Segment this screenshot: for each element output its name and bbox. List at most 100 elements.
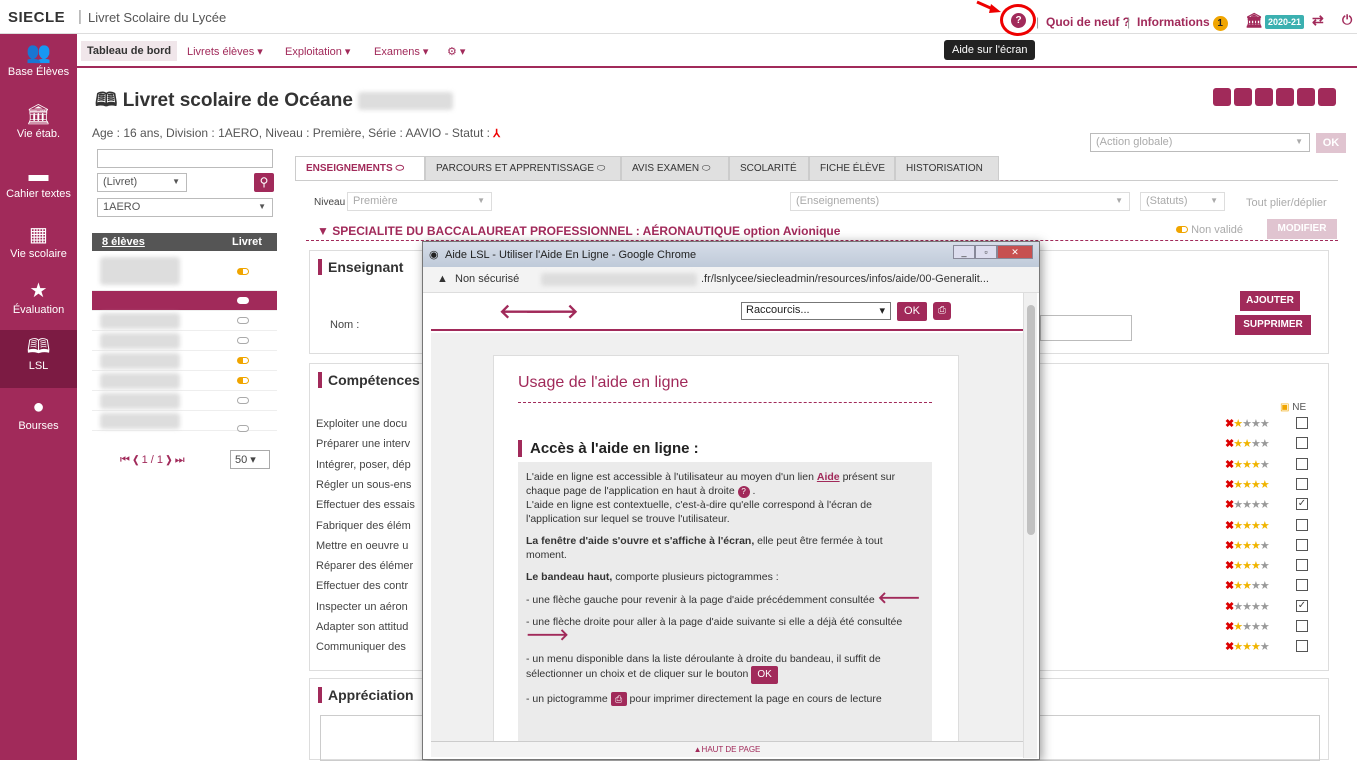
- star-icon[interactable]: ★: [1251, 499, 1261, 511]
- niveau-select[interactable]: Première ▼: [347, 192, 492, 211]
- students-icon[interactable]: [1213, 88, 1231, 106]
- star-icon[interactable]: ★: [1233, 641, 1243, 653]
- competence-rating[interactable]: ✖★★★★: [1225, 498, 1270, 511]
- maximize-button[interactable]: ▫: [975, 245, 997, 259]
- star-icon[interactable]: ★: [1251, 580, 1261, 592]
- star-icon[interactable]: ★: [1251, 560, 1261, 572]
- star-icon[interactable]: ★: [1251, 418, 1261, 430]
- specialite-title[interactable]: ▼ SPECIALITE DU BACCALAUREAT PROFESSIONN…: [317, 224, 840, 238]
- star-icon[interactable]: ★: [1260, 621, 1270, 633]
- ne-checkbox[interactable]: [1296, 640, 1308, 653]
- close-button[interactable]: ✕: [997, 245, 1033, 259]
- not-acquired-icon[interactable]: ✖: [1225, 641, 1234, 653]
- not-acquired-icon[interactable]: ✖: [1225, 601, 1234, 613]
- minimize-button[interactable]: _: [953, 245, 975, 259]
- star-icon[interactable]: ★: [1242, 580, 1252, 592]
- logout-icon[interactable]: ⏻: [1342, 12, 1352, 28]
- switch-icon[interactable]: ⇄: [1312, 12, 1324, 29]
- address-bar[interactable]: ▲ Non sécurisé .fr/lsnlycee/siecleadmin/…: [423, 267, 1039, 293]
- sidebar-item-lsl[interactable]: 🕮 LSL: [0, 330, 77, 388]
- search-button[interactable]: ⚲: [254, 173, 274, 192]
- sidebar-item-vie-etab[interactable]: 🏛 Vie étab.: [0, 104, 77, 140]
- bag-icon[interactable]: [1318, 88, 1336, 106]
- ne-checkbox[interactable]: [1296, 579, 1308, 592]
- not-acquired-icon[interactable]: ✖: [1225, 560, 1234, 572]
- star-icon[interactable]: ★: [1242, 540, 1252, 552]
- star-icon[interactable]: ★: [1251, 438, 1261, 450]
- star-icon[interactable]: ★: [1260, 499, 1270, 511]
- pdf-icon[interactable]: ⅄: [493, 128, 500, 140]
- star-icon[interactable]: ★: [1233, 438, 1243, 450]
- star-icon[interactable]: ★: [1251, 540, 1261, 552]
- informations-link[interactable]: Informations 1: [1137, 15, 1228, 31]
- competence-rating[interactable]: ✖★★★★: [1225, 437, 1270, 450]
- search-input[interactable]: [97, 149, 273, 168]
- competence-rating[interactable]: ✖★★★★: [1225, 600, 1270, 613]
- ne-checkbox[interactable]: ✓: [1296, 599, 1308, 612]
- not-acquired-icon[interactable]: ✖: [1225, 459, 1234, 471]
- student-row[interactable]: [92, 371, 277, 391]
- ne-checkbox[interactable]: [1296, 437, 1308, 450]
- book-icon[interactable]: [1255, 88, 1273, 106]
- student-row[interactable]: [92, 411, 277, 432]
- ne-checkbox[interactable]: [1296, 538, 1308, 551]
- tab-fiche-eleve[interactable]: FICHE ÉLÈVE: [809, 156, 895, 181]
- ne-checkbox[interactable]: [1296, 417, 1308, 429]
- shortcuts-select[interactable]: Raccourcis... ▾: [741, 302, 891, 320]
- student-row[interactable]: [92, 331, 277, 351]
- not-acquired-icon[interactable]: ✖: [1225, 438, 1234, 450]
- star-icon[interactable]: ★: [1242, 560, 1252, 572]
- whats-new-link[interactable]: Quoi de neuf ?: [1046, 15, 1130, 29]
- scrollbar-thumb[interactable]: [1027, 305, 1035, 535]
- print-icon[interactable]: ⎙: [933, 302, 951, 320]
- help-icon[interactable]: ?: [1011, 13, 1026, 28]
- division-select[interactable]: 1AERO ▼: [97, 198, 273, 217]
- arrow-right-icon[interactable]: 🡒: [525, 299, 579, 324]
- calendar-icon[interactable]: [1276, 88, 1294, 106]
- star-icon[interactable]: ★: [1251, 641, 1261, 653]
- tab-parcours[interactable]: PARCOURS ET APPRENTISSAGE ⬭: [425, 156, 621, 181]
- shortcuts-ok-button[interactable]: OK: [897, 302, 927, 321]
- not-acquired-icon[interactable]: ✖: [1225, 499, 1234, 511]
- livret-select[interactable]: (Livret) ▼: [97, 173, 187, 192]
- star-icon[interactable]: ★: [1242, 479, 1252, 491]
- star-icon[interactable]: ★: [1233, 560, 1243, 572]
- tab-scolarite[interactable]: SCOLARITÉ: [729, 156, 809, 181]
- star-icon[interactable]: ★: [1260, 459, 1270, 471]
- star-icon[interactable]: ★: [1242, 641, 1252, 653]
- competence-rating[interactable]: ✖★★★★: [1225, 559, 1270, 572]
- star-icon[interactable]: ★: [1260, 418, 1270, 430]
- student-row[interactable]: [92, 291, 277, 311]
- statuts-select[interactable]: (Statuts) ▼: [1140, 192, 1225, 211]
- popup-scrollbar[interactable]: [1023, 293, 1037, 758]
- star-icon[interactable]: ★: [1233, 580, 1243, 592]
- supprimer-button[interactable]: SUPPRIMER: [1235, 315, 1311, 335]
- star-icon[interactable]: ★: [1260, 438, 1270, 450]
- star-icon[interactable]: [1297, 88, 1315, 106]
- competence-rating[interactable]: ✖★★★★: [1225, 620, 1270, 633]
- student-row[interactable]: [92, 251, 277, 291]
- star-icon[interactable]: ★: [1251, 459, 1261, 471]
- student-row[interactable]: [92, 351, 277, 371]
- not-acquired-icon[interactable]: ✖: [1225, 418, 1234, 430]
- enseignements-select[interactable]: (Enseignements) ▼: [790, 192, 1130, 211]
- school-year-badge[interactable]: 2020-21: [1265, 15, 1305, 29]
- sidebar-item-base-eleves[interactable]: 👥 Base Élèves: [0, 42, 77, 78]
- star-icon[interactable]: ★: [1242, 520, 1252, 532]
- menu-settings[interactable]: ⚙ ▾: [441, 41, 471, 62]
- sidebar-item-cahier-textes[interactable]: ▬ Cahier textes: [0, 164, 77, 200]
- not-acquired-icon[interactable]: ✖: [1225, 520, 1234, 532]
- sidebar-item-evaluation[interactable]: ★ Évaluation: [0, 280, 77, 316]
- star-icon[interactable]: ★: [1260, 580, 1270, 592]
- star-icon[interactable]: ★: [1242, 418, 1252, 430]
- star-icon[interactable]: ★: [1233, 621, 1243, 633]
- star-icon[interactable]: ★: [1233, 520, 1243, 532]
- star-icon[interactable]: ★: [1233, 540, 1243, 552]
- star-icon[interactable]: ★: [1233, 418, 1243, 430]
- not-acquired-icon[interactable]: ✖: [1225, 540, 1234, 552]
- menu-exploitation[interactable]: Exploitation ▾: [279, 41, 356, 62]
- tab-dashboard[interactable]: Tableau de bord: [81, 41, 178, 61]
- star-icon[interactable]: ★: [1251, 479, 1261, 491]
- student-row[interactable]: [92, 311, 277, 331]
- star-icon[interactable]: ★: [1260, 641, 1270, 653]
